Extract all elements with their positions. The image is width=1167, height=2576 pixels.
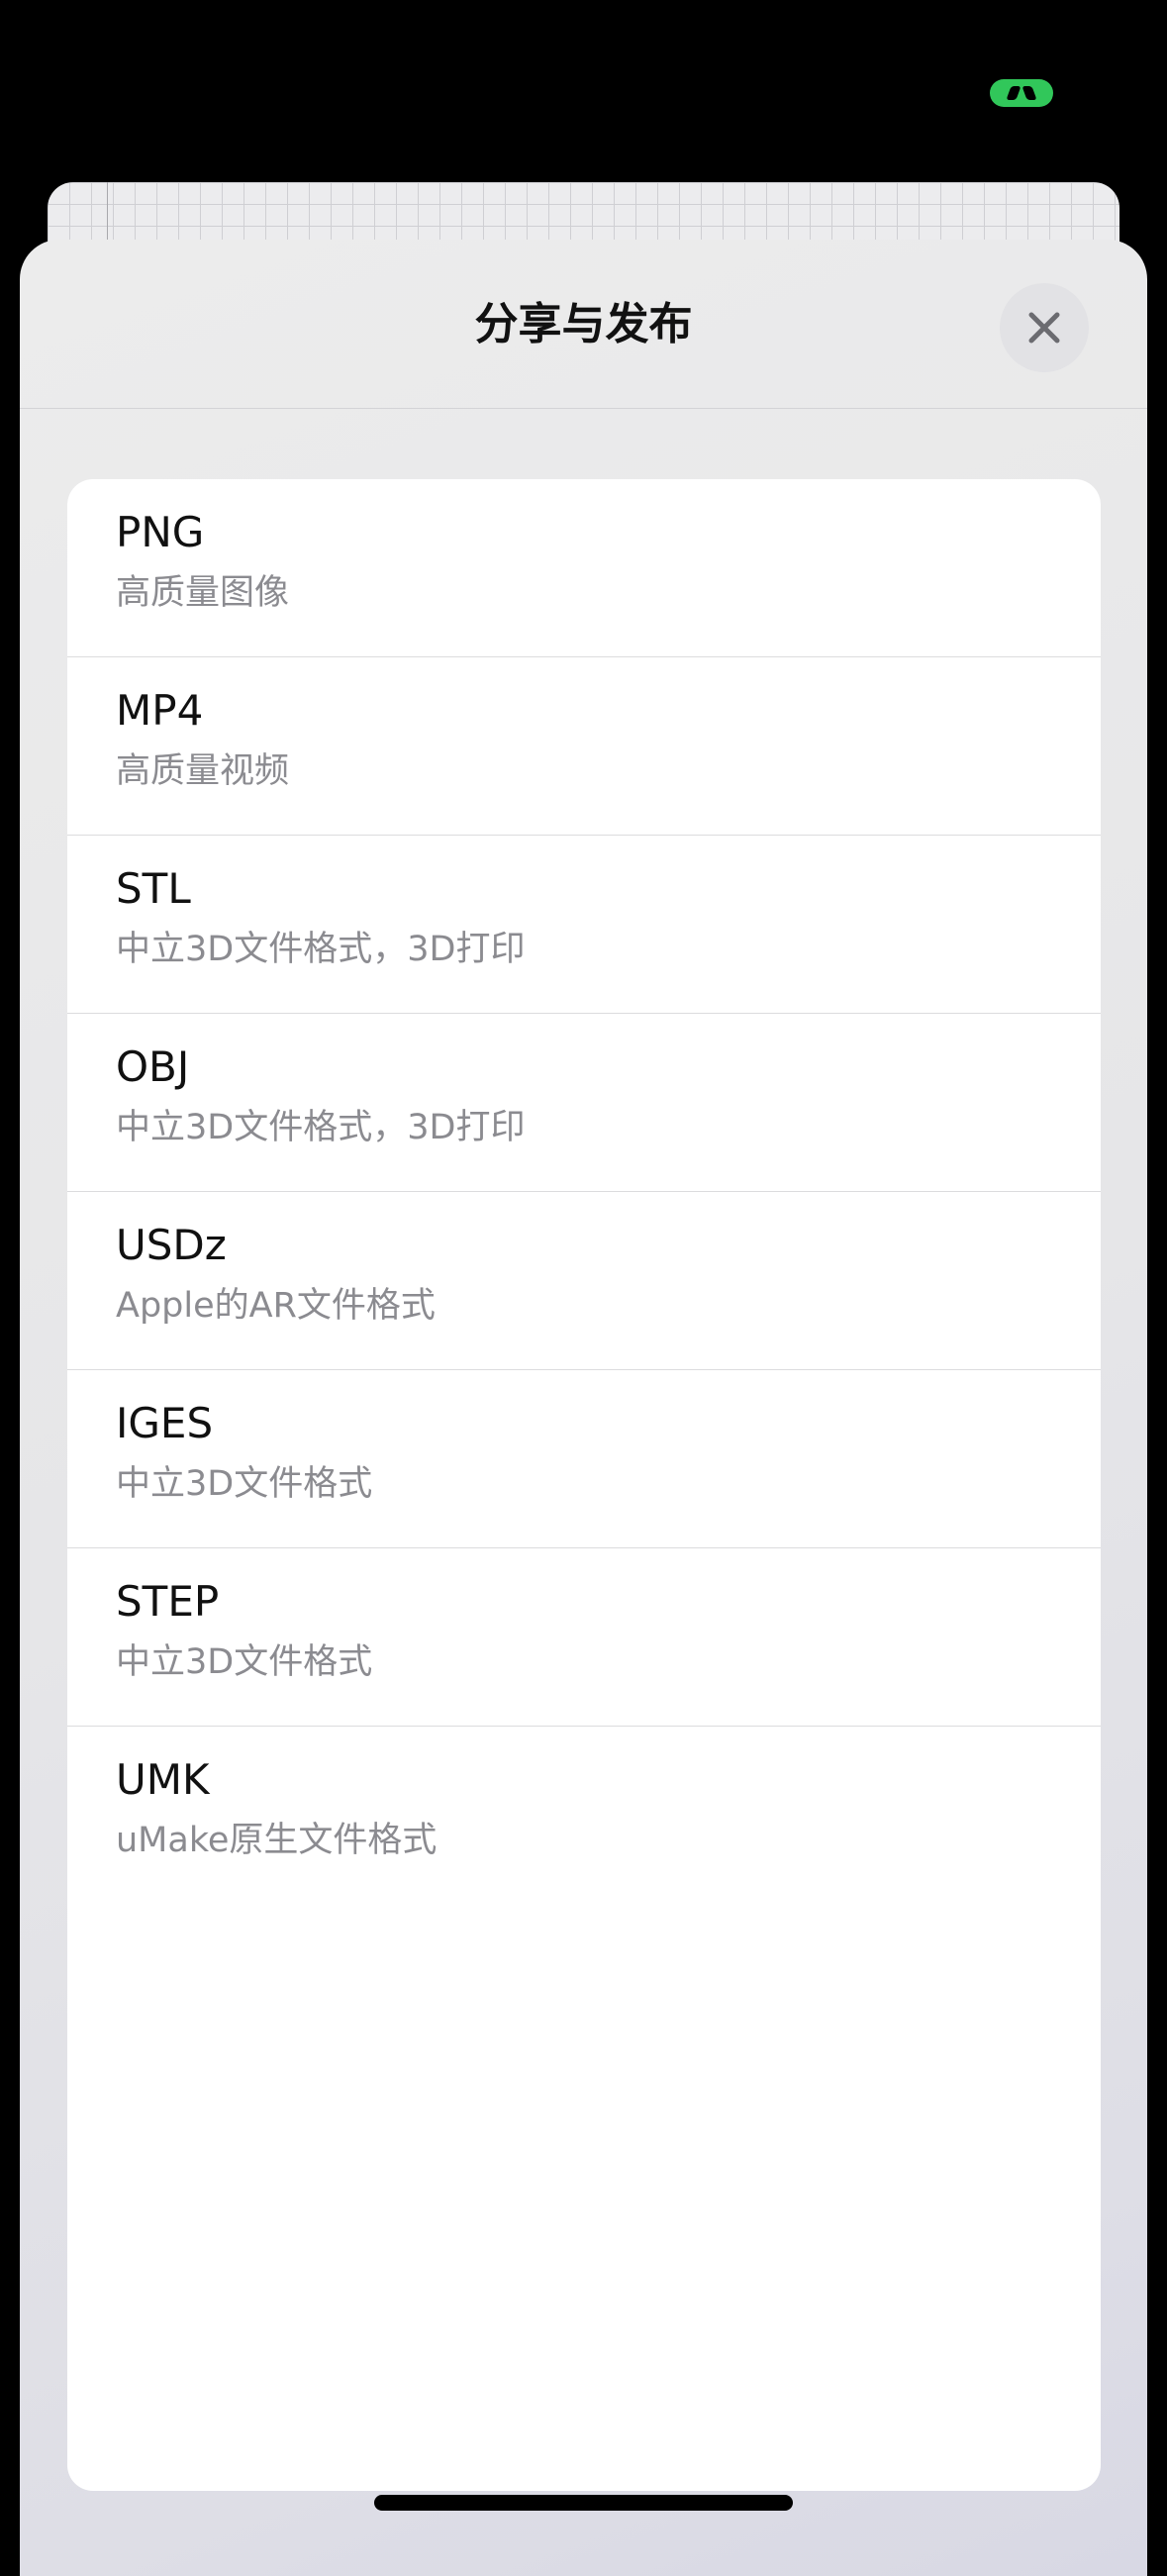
option-title: PNG [116,508,205,556]
export-option-stl[interactable]: STL 中立3D文件格式，3D打印 [67,836,1101,1014]
option-title: STEP [116,1577,220,1626]
option-title: MP4 [116,686,204,735]
option-subtitle: Apple的AR文件格式 [116,1286,436,1326]
export-format-list: PNG 高质量图像 MP4 高质量视频 STL 中立3D文件格式，3D打印 OB… [67,479,1101,2491]
export-option-iges[interactable]: IGES 中立3D文件格式 [67,1370,1101,1548]
option-subtitle: 中立3D文件格式，3D打印 [116,930,526,969]
export-option-umk[interactable]: UMK uMake原生文件格式 [67,1727,1101,1905]
sheet-title: 分享与发布 [474,299,693,349]
option-subtitle: uMake原生文件格式 [116,1821,438,1860]
option-subtitle: 中立3D文件格式 [116,1642,373,1682]
option-subtitle: 中立3D文件格式 [116,1464,373,1504]
close-icon [1027,311,1061,345]
close-button[interactable] [1000,283,1089,372]
sheet-header: 分享与发布 [20,240,1147,409]
share-sheet: 分享与发布 PNG 高质量图像 MP4 高质量视频 STL 中立3D文件格式，3… [20,240,1147,2576]
option-title: UMK [116,1755,210,1804]
camera-in-use-indicator [990,79,1053,107]
export-option-png[interactable]: PNG 高质量图像 [67,479,1101,657]
export-option-obj[interactable]: OBJ 中立3D文件格式，3D打印 [67,1014,1101,1192]
option-title: OBJ [116,1042,190,1091]
option-title: USDz [116,1221,227,1269]
option-subtitle: 高质量视频 [116,751,290,791]
option-subtitle: 中立3D文件格式，3D打印 [116,1108,526,1147]
export-option-mp4[interactable]: MP4 高质量视频 [67,657,1101,836]
option-title: IGES [116,1399,214,1447]
option-subtitle: 高质量图像 [116,573,290,613]
export-option-step[interactable]: STEP 中立3D文件格式 [67,1548,1101,1727]
option-title: STL [116,864,191,913]
home-indicator[interactable] [374,2495,793,2511]
export-option-usdz[interactable]: USDz Apple的AR文件格式 [67,1192,1101,1370]
